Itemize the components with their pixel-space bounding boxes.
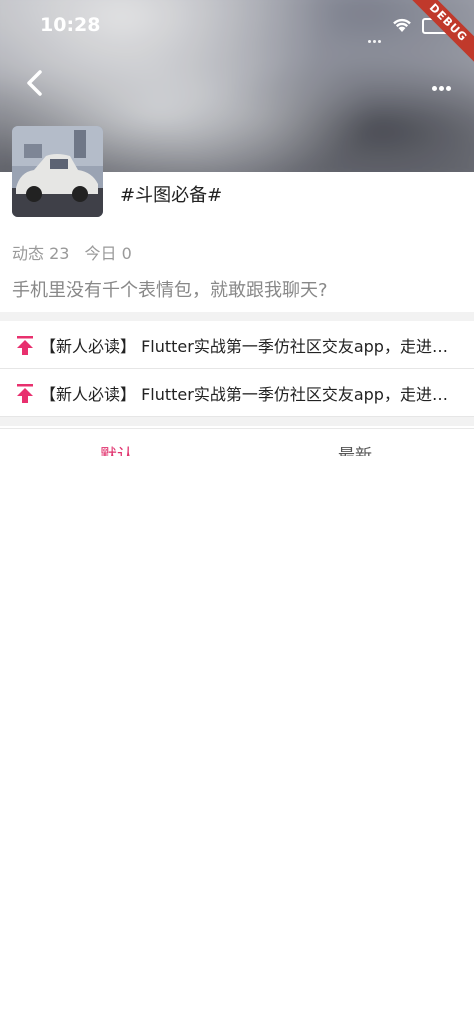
car-photo — [12, 126, 103, 217]
section-divider — [0, 312, 474, 321]
today-count: 今日 0 — [84, 244, 132, 263]
tab-default[interactable]: 默认 — [100, 441, 134, 456]
topic-stats: 动态 23 今日 0 — [12, 240, 142, 264]
tab-latest[interactable]: 最新 — [338, 441, 372, 456]
pinned-notice[interactable]: 【新人必读】 Flutter实战第一季仿社区交友app，走进Flutter开发 — [0, 321, 474, 369]
notice-text: 【新人必读】 Flutter实战第一季仿社区交友app，走进Flutter开发 — [40, 384, 450, 404]
posts-count: 动态 23 — [12, 244, 70, 263]
pin-top-icon — [17, 335, 33, 355]
pin-top-icon — [17, 383, 33, 403]
signal-dots-icon — [368, 28, 384, 43]
notice-text: 【新人必读】 Flutter实战第一季仿社区交友app，走进Flutter开发 — [40, 336, 450, 356]
status-time: 10:28 — [40, 14, 101, 36]
topic-avatar — [12, 126, 103, 217]
topic-description: 手机里没有千个表情包，就敢跟我聊天? — [12, 280, 328, 301]
more-icon[interactable] — [432, 76, 460, 91]
back-arrow-icon[interactable] — [22, 68, 46, 98]
tab-bar: 默认 最新 — [0, 428, 474, 456]
section-divider — [0, 417, 474, 426]
topic-title: #斗图必备# — [120, 185, 223, 206]
pinned-notice[interactable]: 【新人必读】 Flutter实战第一季仿社区交友app，走进Flutter开发 — [0, 369, 474, 417]
wifi-icon — [393, 18, 411, 32]
